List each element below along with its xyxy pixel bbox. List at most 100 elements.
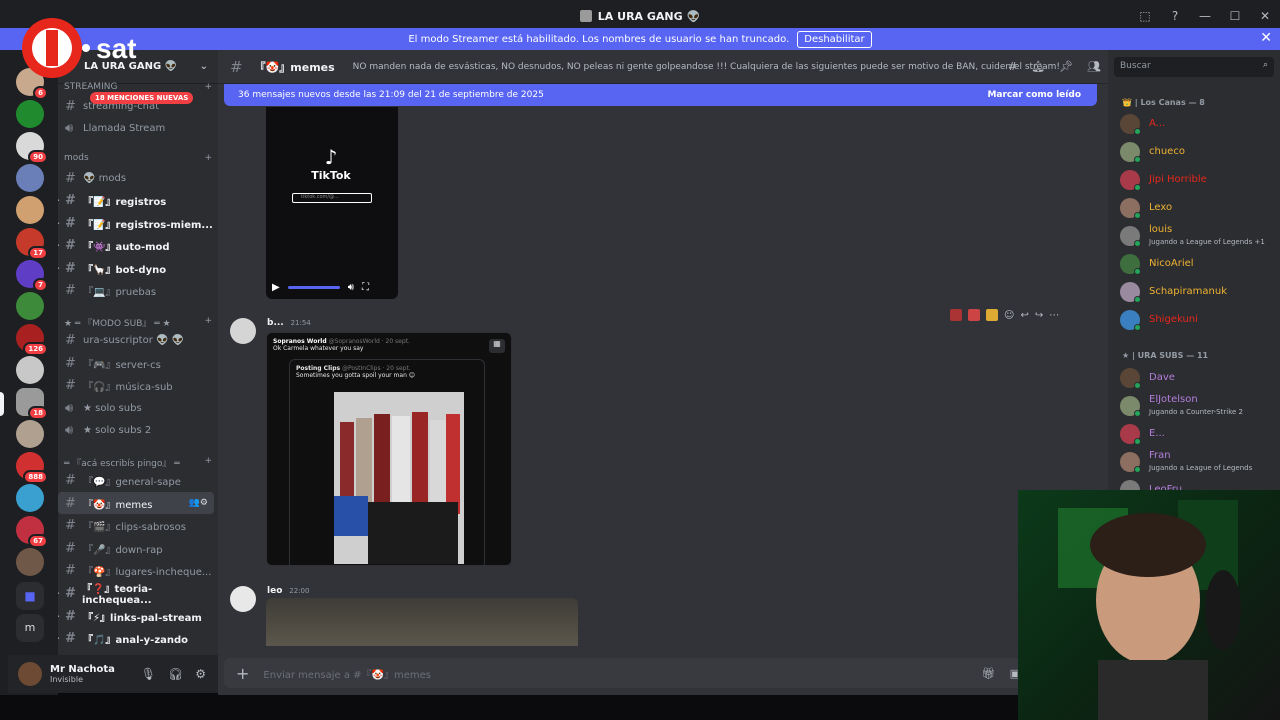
server-icon[interactable]: 7 <box>16 260 48 292</box>
member-item[interactable]: Shigekuni <box>1120 308 1276 334</box>
channel-solo-subs[interactable]: 🔊︎ ★ solo subs <box>58 397 214 419</box>
search-input[interactable]: Buscar ⌕ <box>1114 57 1274 77</box>
user-info[interactable]: Mr Nachota Invisible <box>50 664 115 684</box>
volume-icon[interactable]: 🔊︎ <box>348 282 354 293</box>
close-banner-icon[interactable]: ✕ <box>1260 30 1272 46</box>
pin-icon[interactable]: 📌︎ <box>1059 60 1073 73</box>
channel-lugares[interactable]: # 『🍄』lugares-incheque... <box>58 559 214 581</box>
category-mods[interactable]: mods + <box>64 153 212 163</box>
avatar[interactable] <box>230 318 256 344</box>
server-icon-current[interactable]: 18 <box>16 388 48 420</box>
folder-icon[interactable]: ■ <box>16 582 44 610</box>
channel-settings-icons[interactable]: 👥⚙ <box>189 498 208 508</box>
channel-registros-miembros[interactable]: ▶ # 『📝』registros-miem... <box>58 212 214 234</box>
channel-clips-sabrosos[interactable]: # 『🎬』clips-sabrosos <box>58 514 214 536</box>
reaction-icon[interactable] <box>986 309 998 321</box>
inbox-icon[interactable]: ⬚ <box>1130 9 1160 23</box>
avatar[interactable] <box>18 662 42 686</box>
channel-ura-suscriptor[interactable]: # ura-suscriptor 👽 👽 <box>58 329 214 351</box>
message-composer[interactable]: + Enviar mensaje a #『🤡』memes 🎁︎ ▣ <box>224 658 1024 688</box>
member-item[interactable]: NicoAriel <box>1120 252 1276 278</box>
composer-input[interactable]: Enviar mensaje a #『🤡』memes <box>263 666 431 681</box>
server-icon[interactable] <box>16 356 44 384</box>
member-item[interactable]: Fran Jugando a League of Legends <box>1120 450 1276 476</box>
channel-musica-sub[interactable]: # 『🎧』música-sub <box>58 374 214 396</box>
add-reaction-icon[interactable]: ☺ <box>1004 310 1014 321</box>
server-icon[interactable]: 888 <box>16 452 48 484</box>
server-icon[interactable] <box>16 164 44 192</box>
member-item[interactable]: Jipi Horrible <box>1120 168 1276 194</box>
play-icon[interactable]: ▶ <box>272 282 280 293</box>
message-author[interactable]: leo <box>267 586 282 596</box>
channel-registros[interactable]: ▶ # 『📝』registros <box>58 189 214 211</box>
mentions-pill[interactable]: 18 MENCIONES NUEVAS <box>90 92 194 104</box>
server-icon[interactable]: 17 <box>16 228 48 260</box>
channel-teoria[interactable]: ▶ # 『❓』teoria-inchequea... <box>58 582 214 606</box>
channel-pruebas[interactable]: # 『💻』pruebas <box>58 279 214 301</box>
close-window-button[interactable]: ✕ <box>1250 9 1280 23</box>
server-icon[interactable] <box>16 548 44 576</box>
channel-links-pal-stream[interactable]: ▶ # 『⚡』links-pal-stream <box>58 605 214 627</box>
members-icon[interactable]: 👥︎ <box>1087 60 1101 73</box>
member-item[interactable]: A... <box>1120 112 1276 138</box>
channel-bot-dyno[interactable]: ▶ # 『🦙』bot-dyno <box>58 257 214 279</box>
member-item[interactable]: Lexo <box>1120 196 1276 222</box>
channel-topic[interactable]: NO manden nada de esvásticas, NO desnudo… <box>353 62 1060 72</box>
member-item[interactable]: E... <box>1120 422 1276 448</box>
gear-icon[interactable]: ⚙ <box>195 667 206 681</box>
image-embed[interactable] <box>266 598 578 646</box>
add-channel-icon[interactable]: + <box>204 153 212 163</box>
forward-icon[interactable]: ↪ <box>1035 310 1043 321</box>
bell-icon[interactable]: 🔔︎ <box>1031 60 1045 73</box>
microphone-icon[interactable]: 🎙︎ <box>141 667 156 681</box>
message-author[interactable]: b... <box>267 318 284 328</box>
channel-llamada-stream[interactable]: 🔊︎ Llamada Stream <box>58 117 214 139</box>
server-icon[interactable]: 90 <box>16 132 48 164</box>
new-messages-bar[interactable]: 36 mensajes nuevos desde las 21:09 del 2… <box>224 84 1097 106</box>
channel-server-cs[interactable]: # 『🎮』server-cs <box>58 352 214 374</box>
video-embed[interactable]: ♪ TikTok tiktok.com/@... ▶ 🔊︎ ⛶ <box>266 107 398 299</box>
server-icon[interactable]: 67 <box>16 516 48 548</box>
help-icon[interactable]: ? <box>1160 9 1190 23</box>
member-item[interactable]: chueco <box>1120 140 1276 166</box>
member-item[interactable]: louis Jugando a League of Legends +1 <box>1120 224 1276 250</box>
add-attachment-icon[interactable]: + <box>236 664 249 683</box>
channel-anal-y-zando[interactable]: ▶ # 『🎵』anal-y-zando <box>58 627 214 649</box>
server-icon[interactable] <box>16 196 44 224</box>
add-channel-icon[interactable]: + <box>204 456 212 469</box>
server-icon[interactable] <box>16 484 44 512</box>
minimize-button[interactable]: — <box>1190 9 1220 23</box>
maximize-button[interactable]: ☐ <box>1220 9 1250 23</box>
media-grid-icon[interactable]: ▦ <box>489 339 505 353</box>
channel-mods[interactable]: # 👽 mods <box>58 167 214 189</box>
channel-solo-subs-2[interactable]: 🔊︎ ★ solo subs 2 <box>58 419 214 441</box>
channel-down-rap[interactable]: # 『🎤』down-rap <box>58 537 214 559</box>
threads-icon[interactable]: # <box>1008 60 1017 73</box>
server-icon[interactable] <box>16 292 44 320</box>
member-item[interactable]: ElJotelson Jugando a Counter-Strike 2 <box>1120 394 1276 420</box>
progress-bar[interactable] <box>287 285 340 289</box>
category-aca-escribis[interactable]: ═ 『acá escribís pingo』 ═ + <box>64 456 212 469</box>
dm-server-icon[interactable]: m <box>16 614 44 642</box>
avatar[interactable] <box>230 586 256 612</box>
server-icon[interactable]: 126 <box>16 324 48 356</box>
channel-general-sape[interactable]: # 『💬』general-sape <box>58 469 214 491</box>
gift-icon[interactable]: 🎁︎ <box>982 667 996 680</box>
tweet-embed[interactable]: Sopranos World @SopranosWorld · 20 sept.… <box>266 332 512 566</box>
add-channel-icon[interactable]: + <box>204 82 212 92</box>
add-channel-icon[interactable]: + <box>204 316 212 329</box>
member-item[interactable]: Schapiramanuk <box>1120 280 1276 306</box>
fullscreen-icon[interactable]: ⛶ <box>362 282 369 293</box>
reply-icon[interactable]: ↩ <box>1020 310 1028 321</box>
disable-streamer-button[interactable]: Deshabilitar <box>797 30 872 48</box>
channel-auto-mod[interactable]: ▶ # 『👾』auto-mod <box>58 234 214 256</box>
mark-read-button[interactable]: Marcar como leído <box>987 90 1081 100</box>
headphones-icon[interactable]: 🎧︎ <box>168 667 183 681</box>
reaction-icon[interactable] <box>950 309 962 321</box>
more-icon[interactable]: ⋯ <box>1049 310 1059 321</box>
channel-memes[interactable]: # 『🤡』memes 👥⚙ <box>58 492 214 514</box>
reaction-icon[interactable] <box>968 309 980 321</box>
category-modo-sub[interactable]: ★ ═ 『MODO SUB』 ═ ★ + <box>64 316 212 329</box>
member-item[interactable]: Dave <box>1120 366 1276 392</box>
server-icon[interactable] <box>16 420 44 448</box>
